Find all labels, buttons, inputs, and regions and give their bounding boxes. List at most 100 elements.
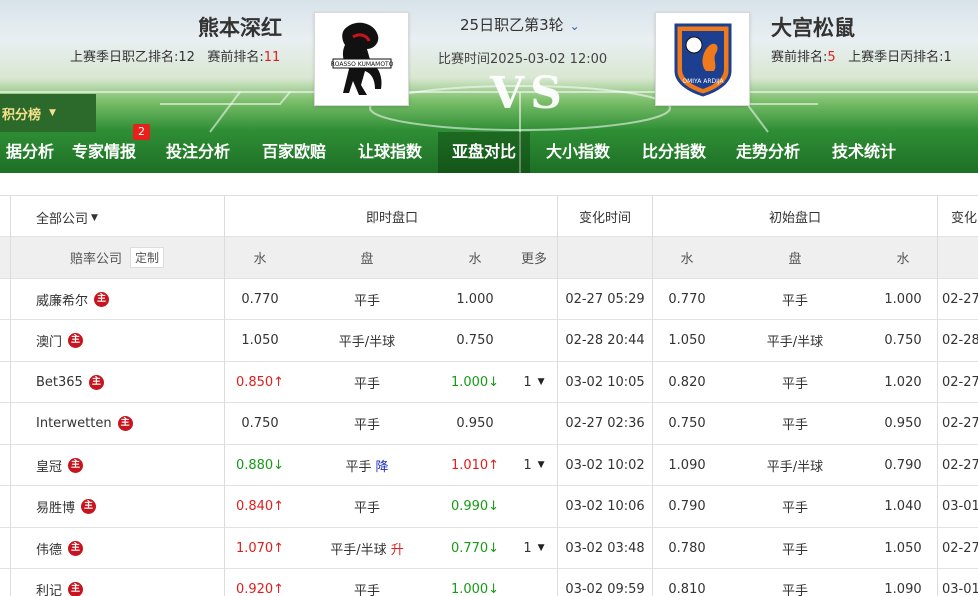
company-name[interactable]: Interwetten 主 — [36, 404, 222, 444]
change-time-text: 02-27 05:29 — [565, 291, 645, 307]
change-time[interactable]: 03-02 09:59 — [558, 570, 652, 596]
table-row[interactable]: 利记主 0.920 ↑ 平手 1.000 ↓ 03-02 09:59 0.810 平手 1.090… — [0, 570, 978, 596]
home-current-rank: 11 — [263, 50, 281, 65]
change-time-header: 变化时间 — [558, 196, 652, 236]
live-away-water: 0.770 ↓ — [440, 528, 510, 568]
last-change-time: 02-27 — [938, 528, 978, 568]
initial-away-water: 1.040 — [869, 487, 937, 527]
nav-tab[interactable]: 大小指数 — [532, 132, 624, 173]
live-away-water-text: 1.000 — [450, 374, 489, 390]
company-name[interactable]: 利记主 — [36, 570, 222, 596]
change-time-text: 03-02 10:06 — [565, 499, 645, 514]
live-home-water-text: 0.840 — [235, 499, 274, 514]
company-name-text: 皇冠 — [36, 459, 63, 475]
home-logo-text: ROASSO KUMAMOTO — [330, 61, 393, 68]
initial-home-water-text: 0.810 — [668, 582, 706, 596]
company-name[interactable]: 威廉希尔主 — [36, 279, 222, 319]
company-name[interactable]: Bet365 主 — [36, 362, 222, 402]
more-dropdown[interactable]: 1 ▼ — [510, 528, 558, 568]
change-time[interactable]: 03-02 10:06 — [558, 487, 652, 527]
last-change-time: 03-01 — [938, 487, 978, 527]
change-time-text: 03-02 03:48 — [565, 540, 645, 556]
table-row[interactable]: 威廉希尔主 0.770 平手 1.000 02-27 05:29 0.770 平手 1.000… — [0, 279, 978, 320]
table-row[interactable]: 皇冠主 0.880 ↓ 平手降 1.010 ↑ 1 ▼ 03-02 10:02 1.090 平手/半… — [0, 445, 978, 486]
live-handicap-text: 平手 — [353, 501, 380, 516]
company-name[interactable]: 易胜博主 — [36, 487, 222, 527]
change-time[interactable]: 03-02 03:48 — [558, 528, 652, 568]
chevron-down-icon: ⌄ — [569, 19, 580, 33]
water-header-text: 水 — [680, 252, 694, 267]
water-header: 水 — [653, 237, 721, 278]
water-header: 水 — [869, 237, 937, 278]
arrow-up-icon: ↑ — [273, 540, 285, 556]
company-name[interactable]: 皇冠主 — [36, 445, 222, 485]
live-home-water-text: 0.850 — [235, 374, 274, 390]
live-away-water-text: 1.000 — [456, 291, 494, 307]
nav-tab[interactable]: 走势分析 — [722, 132, 814, 173]
initial-handicap: 平手 — [721, 279, 869, 319]
handicap-header-text: 盘 — [788, 252, 802, 267]
live-away-water: 0.750 — [440, 321, 510, 361]
change-time[interactable]: 02-28 20:44 — [558, 321, 652, 361]
arrow-down-icon: ↓ — [488, 540, 500, 556]
standing-tab[interactable]: 积分榜 ▼ — [0, 94, 96, 132]
initial-handicap-text: 平手 — [781, 501, 808, 516]
home-team-name[interactable]: 熊本深红 — [198, 12, 282, 42]
change-time-text: 03-02 10:05 — [565, 374, 645, 390]
water-header: 水 — [226, 237, 294, 278]
home-marker-icon: 主 — [68, 457, 84, 473]
more-dropdown[interactable]: 1 ▼ — [510, 362, 558, 402]
table-row[interactable]: Interwetten 主 0.750 平手 0.950 02-27 02:36 0.750… — [0, 404, 978, 445]
nav-tab[interactable]: 让球指数 — [344, 132, 436, 173]
change-time[interactable]: 03-02 10:05 — [558, 362, 652, 402]
live-away-water-text: 0.990 — [450, 499, 489, 514]
change-time[interactable]: 03-02 10:02 — [558, 445, 652, 485]
company-name[interactable]: 伟德主 — [36, 528, 222, 568]
nav-tab-label: 亚盘对比 — [452, 142, 517, 161]
table-row[interactable]: 伟德主 1.070 ↑ 平手/半球升 0.770 ↓ 1 ▼ 03-02 03:48 0.780 平… — [0, 528, 978, 569]
customize-button[interactable]: 定制 — [130, 247, 165, 268]
nav-tab[interactable]: 技术统计 — [818, 132, 910, 173]
more-dropdown[interactable]: 1 ▼ — [510, 445, 558, 485]
nav-tab[interactable]: 亚盘对比 — [438, 132, 531, 173]
last-change-time-text: 02-27 — [942, 374, 978, 390]
away-team-logo[interactable]: OMIYA ARDIJA — [655, 12, 750, 106]
nav-tab[interactable]: 比分指数 — [628, 132, 720, 173]
company-column-header-text: 赔率公司 — [70, 252, 123, 267]
away-team-name[interactable]: 大宫松鼠 — [771, 12, 855, 42]
live-handicap: 平手/半球升 — [294, 528, 440, 568]
more-header-text: 更多 — [520, 252, 547, 267]
initial-away-water-text: 1.090 — [884, 582, 922, 596]
change-time[interactable]: 02-27 02:36 — [558, 404, 652, 444]
initial-away-water-text: 1.050 — [884, 540, 922, 556]
nav-tab[interactable]: 专家情报 2 — [58, 124, 151, 173]
company-name[interactable]: 澳门主 — [36, 321, 222, 361]
last-change-time-text: 02-27 — [942, 291, 978, 307]
initial-handicap-text: 平手 — [781, 542, 808, 558]
last-change-time-text: 02-28 — [942, 333, 978, 348]
live-home-water: 0.880 ↓ — [226, 445, 294, 485]
analysis-nav: 据分析 专家情报 2 投注分析 百家欧赔 让球指数 亚盘对比 大小指数 比分指数 走势分析 技术统计 — [0, 124, 978, 173]
change-time[interactable]: 02-27 05:29 — [558, 279, 652, 319]
column-divider — [224, 196, 225, 596]
nav-tab[interactable]: 投注分析 — [152, 132, 244, 173]
nav-tab-label: 比分指数 — [642, 142, 707, 161]
initial-handicap: 平手 — [721, 404, 869, 444]
water-header-text: 水 — [896, 252, 910, 267]
home-team-logo[interactable]: ROASSO KUMAMOTO — [314, 12, 409, 106]
initial-handicap: 平手/半球 — [721, 445, 869, 485]
table-row[interactable]: Bet365 主 0.850 ↑ 平手 1.000 ↓ 1 ▼ 03-02 10:05 0.820 平… — [0, 362, 978, 403]
table-row[interactable]: 易胜博主 0.840 ↑ 平手 0.990 ↓ 03-02 10:06 0.790 平手 1.04… — [0, 487, 978, 528]
initial-home-water-text: 1.050 — [668, 333, 706, 348]
standing-tab-label: 积分榜 — [2, 107, 42, 123]
arrow-up-icon: ↑ — [488, 457, 500, 473]
initial-away-water-text: 0.950 — [884, 416, 922, 431]
last-change-time: 02-27 — [938, 279, 978, 319]
live-handicap-text: 平手 — [353, 376, 380, 392]
live-handicap: 平手/半球 — [294, 321, 440, 361]
table-row[interactable]: 澳门主 1.050 平手/半球 0.750 02-28 20:44 1.050 平手/半球 0… — [0, 321, 978, 362]
nav-tab[interactable]: 百家欧赔 — [248, 132, 340, 173]
round-selector[interactable]: 25日职乙第3轮 ⌄ — [460, 14, 580, 35]
company-filter[interactable]: 全部公司 ▼ — [36, 196, 216, 236]
home-marker-icon: 主 — [68, 333, 84, 348]
